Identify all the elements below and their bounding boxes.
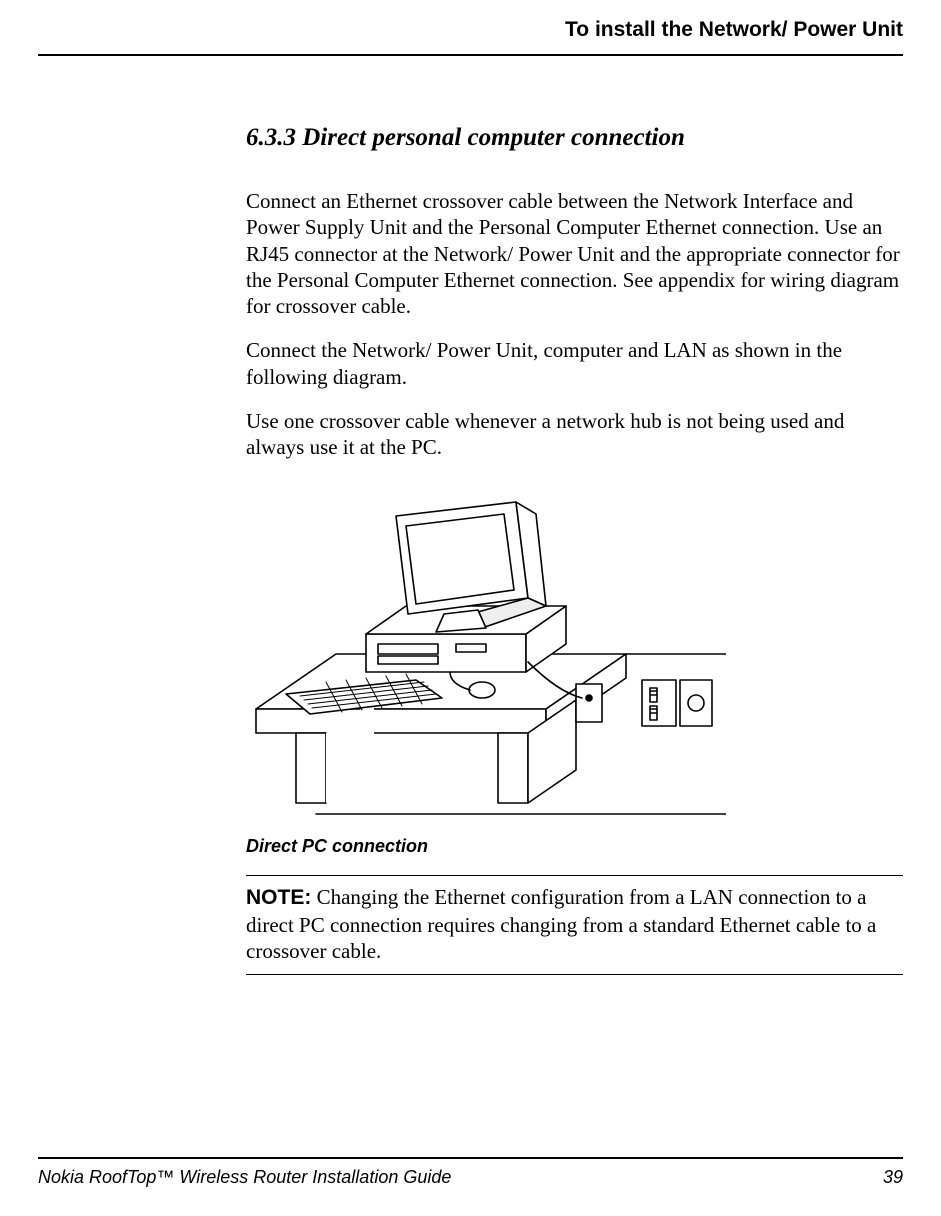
paragraph-1: Connect an Ethernet crossover cable betw… [246,188,903,319]
page-content: 6.3.3 Direct personal computer connectio… [38,56,903,975]
footer-left: Nokia RoofTop™ Wireless Router Installat… [38,1167,451,1188]
figure-caption: Direct PC connection [246,836,903,857]
paragraph-3: Use one crossover cable whenever a netwo… [246,408,903,461]
page-header: To install the Network/ Power Unit [38,0,903,56]
section-heading: 6.3.3 Direct personal computer connectio… [246,124,903,152]
section-title: Direct personal computer connection [302,124,685,151]
note-label: NOTE: [246,886,311,909]
figure: Direct PC connection [246,494,903,857]
header-title: To install the Network/ Power Unit [565,18,903,41]
section-number: 6.3.3 [246,124,296,151]
footer-page-number: 39 [883,1167,903,1188]
page-footer: Nokia RoofTop™ Wireless Router Installat… [38,1157,903,1188]
pc-connection-illustration [246,494,726,824]
note-rule-bottom [246,974,903,975]
paragraph-2: Connect the Network/ Power Unit, compute… [246,337,903,390]
note: NOTE: Changing the Ethernet configuratio… [246,876,903,974]
note-text: Changing the Ethernet configuration from… [246,885,876,963]
